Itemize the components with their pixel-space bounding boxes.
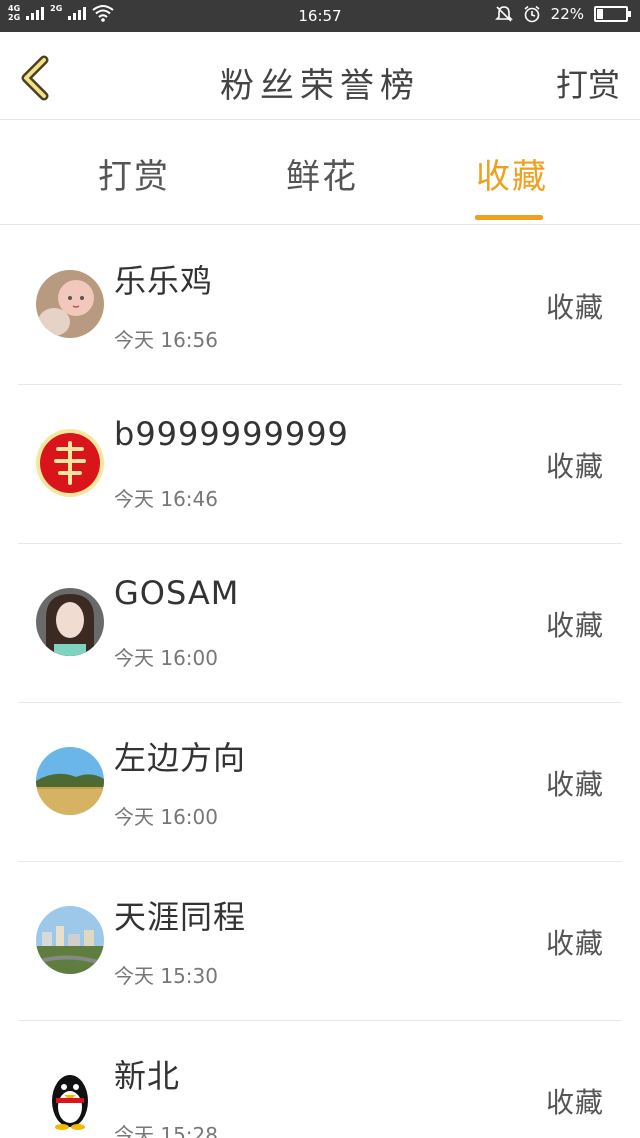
status-right: 22% bbox=[494, 5, 631, 23]
battery-fill bbox=[597, 9, 603, 19]
list-item[interactable]: 新北 今天 15:28 收藏 bbox=[0, 1021, 640, 1138]
favorite-label: 收藏 bbox=[545, 927, 604, 960]
city-avatar-image bbox=[36, 906, 104, 974]
favorite-label: 收藏 bbox=[545, 1086, 604, 1119]
avatar bbox=[36, 906, 104, 974]
fu-character-avatar-image bbox=[36, 429, 104, 497]
tab-flowers[interactable]: 鲜花 bbox=[286, 149, 358, 198]
favorite-label: 收藏 bbox=[545, 291, 604, 324]
page-title: 粉丝荣誉榜 bbox=[220, 66, 420, 106]
list-item[interactable]: GOSAM 今天 16:00 收藏 bbox=[0, 544, 640, 703]
avatar bbox=[36, 747, 104, 815]
battery-percent: 22% bbox=[550, 5, 584, 23]
timestamp: 今天 16:00 bbox=[114, 646, 218, 670]
battery-icon bbox=[594, 6, 631, 22]
header: 粉丝荣誉榜 打赏 bbox=[0, 32, 640, 120]
status-bar: 4G 2G 2G 16:57 22% bbox=[0, 0, 640, 32]
favorite-label: 收藏 bbox=[545, 450, 604, 483]
landscape-avatar-image bbox=[36, 747, 104, 815]
tab-bar: 打赏 鲜花 收藏 bbox=[0, 121, 640, 225]
penguin-avatar-image bbox=[36, 1065, 104, 1133]
fan-name: GOSAM bbox=[114, 574, 240, 612]
alarm-icon bbox=[524, 5, 540, 23]
fan-name: 左边方向 bbox=[114, 739, 247, 777]
girl-avatar-image bbox=[36, 588, 104, 656]
fan-name: 乐乐鸡 bbox=[114, 262, 214, 300]
timestamp: 今天 16:00 bbox=[114, 805, 218, 829]
tab-favorites[interactable]: 收藏 bbox=[476, 149, 548, 198]
list-item[interactable]: 乐乐鸡 今天 16:56 收藏 bbox=[0, 226, 640, 385]
fan-name: 新北 bbox=[114, 1057, 181, 1095]
avatar bbox=[36, 588, 104, 656]
timestamp: 今天 15:28 bbox=[114, 1123, 218, 1138]
avatar bbox=[36, 270, 104, 338]
list-item[interactable]: 左边方向 今天 16:00 收藏 bbox=[0, 703, 640, 862]
list-item[interactable]: 天涯同程 今天 15:30 收藏 bbox=[0, 862, 640, 1021]
reward-button[interactable]: 打赏 bbox=[556, 60, 620, 106]
favorite-label: 收藏 bbox=[545, 768, 604, 801]
tab-reward[interactable]: 打赏 bbox=[98, 149, 170, 198]
fan-list: 乐乐鸡 今天 16:56 收藏 b9999999999 今天 16:46 收藏 … bbox=[0, 226, 640, 1138]
avatar bbox=[36, 1065, 104, 1133]
favorite-label: 收藏 bbox=[545, 609, 604, 642]
avatar bbox=[36, 429, 104, 497]
active-tab-indicator bbox=[475, 215, 543, 220]
timestamp: 今天 16:46 bbox=[114, 487, 218, 511]
silent-icon bbox=[494, 6, 513, 22]
timestamp: 今天 16:56 bbox=[114, 328, 218, 352]
list-item[interactable]: b9999999999 今天 16:46 收藏 bbox=[0, 385, 640, 544]
baby-avatar-image bbox=[36, 270, 104, 338]
fan-name: 天涯同程 bbox=[114, 898, 247, 936]
fan-name: b9999999999 bbox=[114, 415, 349, 453]
timestamp: 今天 15:30 bbox=[114, 964, 218, 988]
